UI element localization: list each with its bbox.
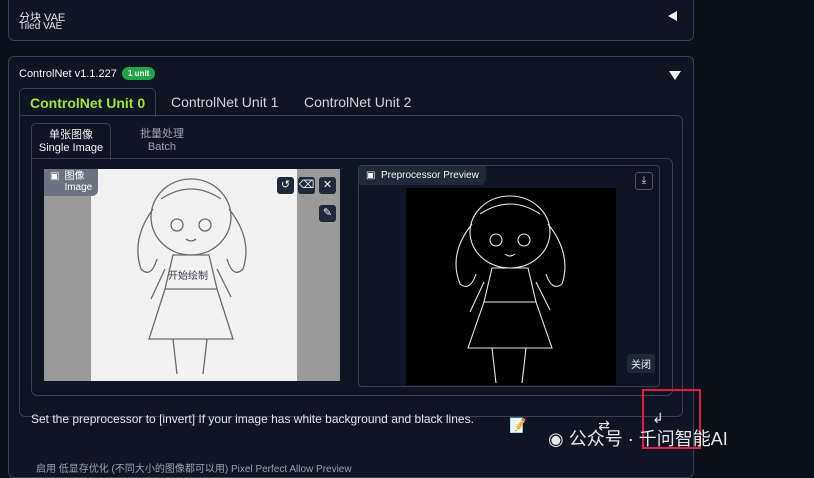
tiled-vae-accordion[interactable]: 分块 VAE Tiled VAE (8, 0, 694, 41)
controlnet-unit-panel: 单张图像 Single Image 批量处理 Batch ▣ 图像 Image … (19, 115, 683, 417)
subtab-batch-cn: 批量处理 (140, 128, 184, 140)
collapse-down-icon[interactable] (669, 71, 681, 80)
edge-map-drawing (455, 195, 566, 384)
tab-controlnet-unit-2[interactable]: ControlNet Unit 2 (294, 88, 421, 116)
subtab-single-image-en: Single Image (38, 142, 104, 154)
collapse-left-icon[interactable] (668, 11, 677, 21)
subtab-single-image-cn: 单张图像 (49, 129, 93, 141)
clear-icon[interactable]: ✕ (319, 177, 336, 194)
tab-controlnet-unit-0[interactable]: ControlNet Unit 0 (19, 88, 157, 117)
eraser-icon[interactable]: ⌫ (298, 177, 315, 194)
watermark: ◉ 公众号 · 千问智能AI (548, 425, 728, 451)
image-label-cn: 图像 (64, 171, 85, 182)
image-icon: ▣ (366, 170, 382, 181)
image-icon: ▣ (50, 171, 60, 182)
undo-icon[interactable]: ↺ (277, 177, 294, 194)
invert-hint-text: Set the preprocessor to [invert] If your… (31, 412, 474, 426)
image-label-en: Image (64, 182, 93, 193)
controlnet-title[interactable]: ControlNet v1.1.227 (19, 68, 117, 80)
brush-icon[interactable]: ✎ (319, 205, 336, 222)
preprocessor-preview-label: ▣ Preprocessor Preview (359, 166, 486, 185)
preprocessor-preview-panel: ▣ Preprocessor Preview ⤓ 关闭 (358, 165, 660, 387)
image-label: ▣ 图像 Image (44, 169, 99, 196)
tiled-vae-title-en: Tiled VAE (19, 21, 63, 32)
close-preview-button[interactable]: 关闭 (627, 354, 655, 373)
image-canvas[interactable]: ▣ 图像 Image ↺ ⌫ ✕ ✎ 开始绘制 (44, 169, 340, 381)
image-input-area: ▣ 图像 Image ↺ ⌫ ✕ ✎ 开始绘制 ▣ Preprocessor P… (31, 158, 673, 396)
start-drawing-text: 开始绘制 (168, 271, 208, 282)
subtab-batch-en: Batch (147, 141, 177, 153)
unit-count-badge: 1 unit (122, 67, 156, 80)
controlnet-accordion: ControlNet v1.1.227 1 unit ControlNet Un… (8, 56, 694, 478)
subtab-single-image[interactable]: 单张图像 Single Image (31, 123, 111, 160)
options-row: 启用 低显存优化 (不同大小的图像都可以用) Pixel Perfect All… (36, 464, 352, 475)
wechat-icon: ◉ (548, 429, 569, 449)
tab-controlnet-unit-1[interactable]: ControlNet Unit 1 (161, 88, 288, 116)
document-edit-icon[interactable]: 📝 (507, 414, 529, 436)
preprocessor-preview-text: Preprocessor Preview (381, 170, 479, 181)
subtab-batch[interactable]: 批量处理 Batch (123, 123, 201, 159)
preview-image (406, 188, 616, 385)
watermark-text: 公众号 · 千问智能AI (568, 429, 728, 449)
download-icon[interactable]: ⤓ (635, 172, 653, 190)
